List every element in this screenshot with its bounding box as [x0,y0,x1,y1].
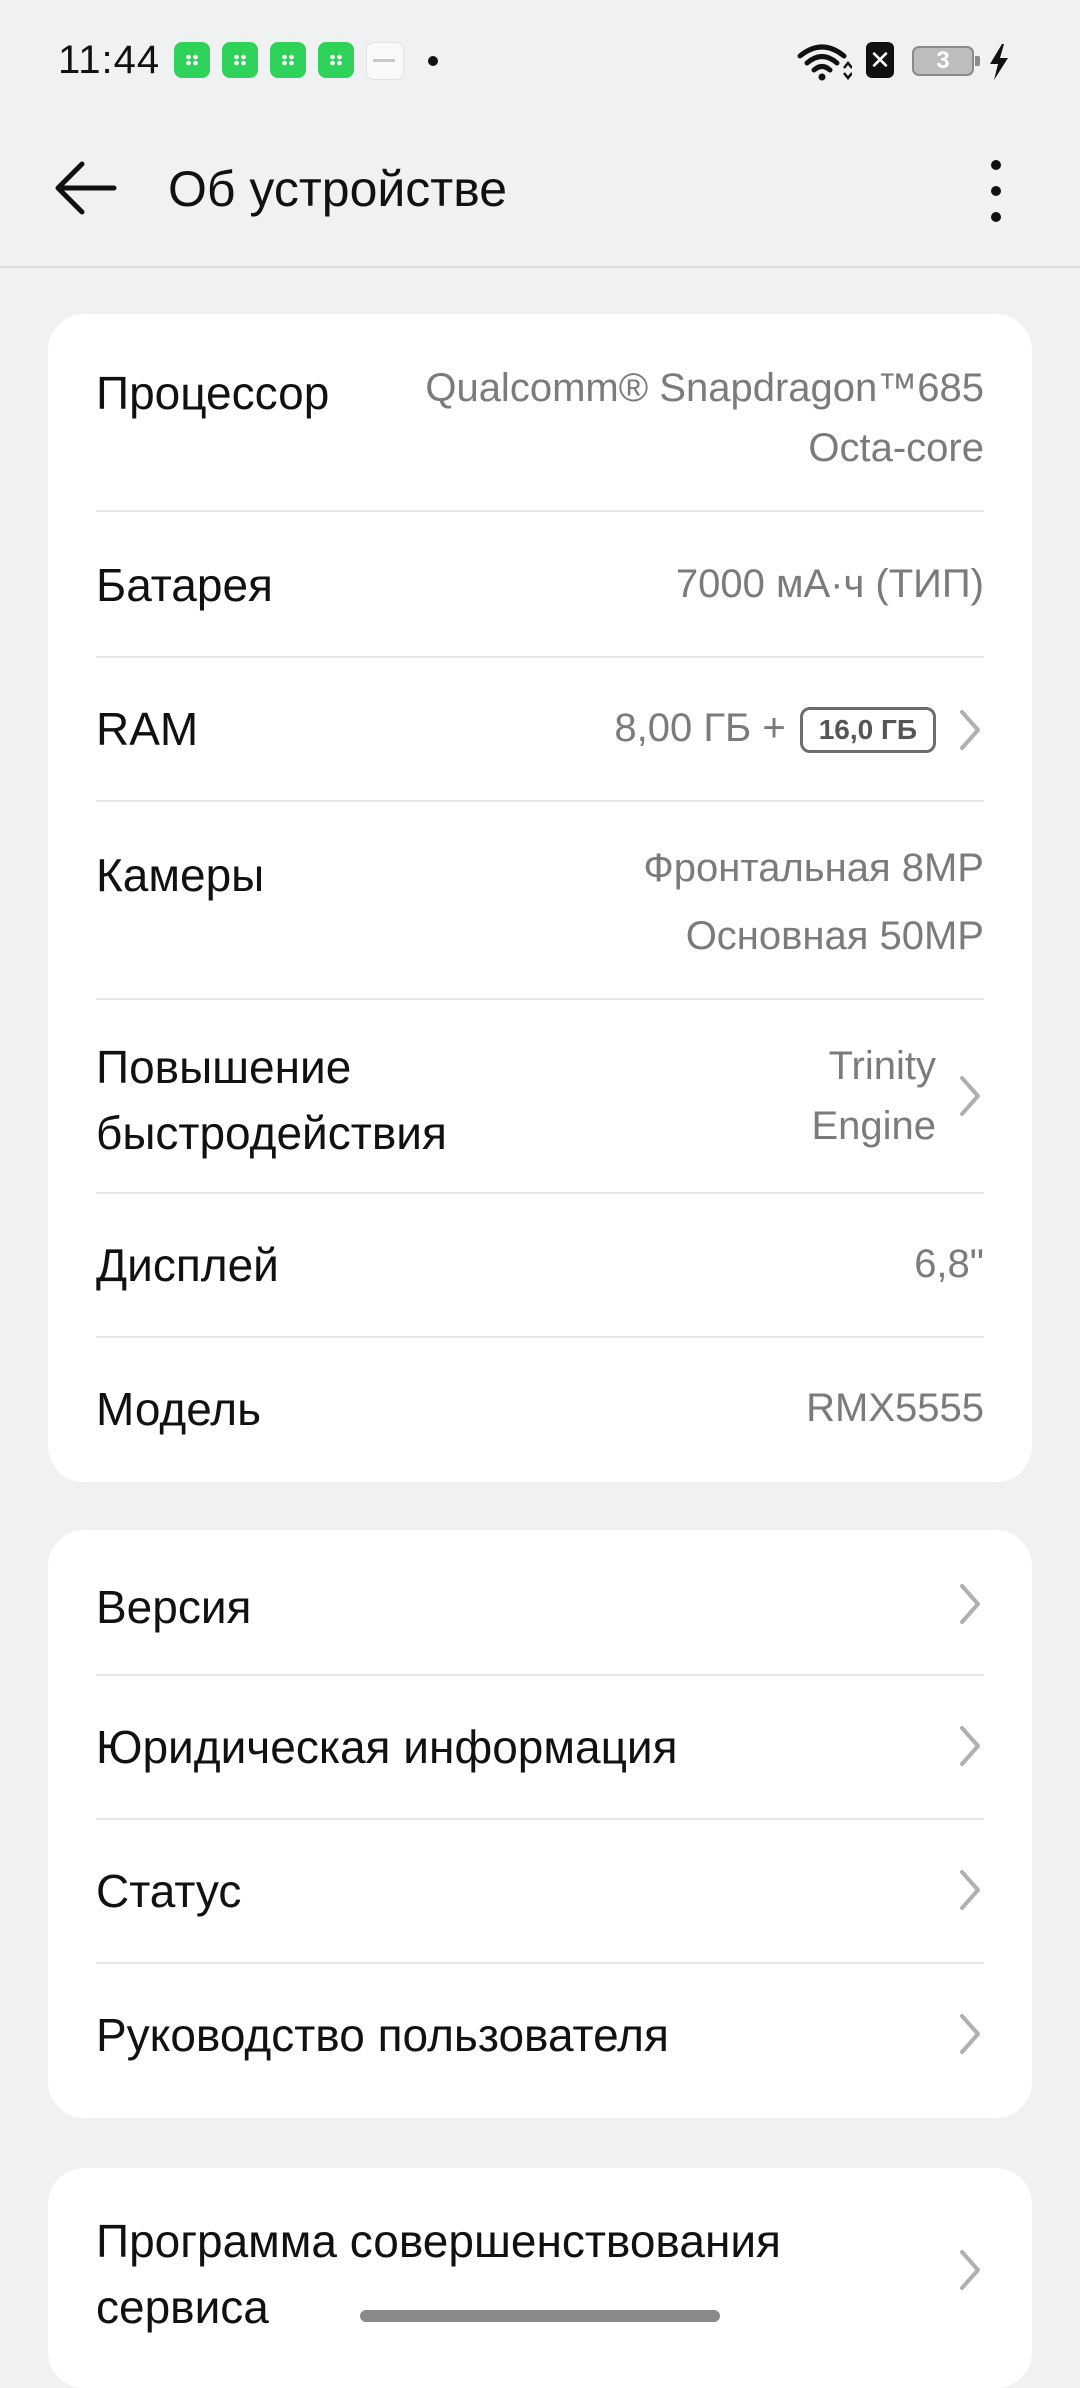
processor-value-line2: Octa-core [808,426,984,470]
performance-label-line2: быстродействия [96,1107,447,1159]
performance-label-line1: Повышение [96,1041,352,1093]
performance-value-line1: Trinity [828,1044,936,1088]
market-app-icon [318,42,354,78]
wifi-icon [797,44,852,81]
ram-row[interactable]: RAM 8,00 ГБ + 16,0 ГБ [96,658,984,802]
gesture-home-bar[interactable] [360,2310,720,2322]
processor-label: Процессор [96,367,330,419]
market-app-icon [270,42,306,78]
ram-extension-badge: 16,0 ГБ [799,707,936,754]
charging-bolt-icon [990,44,1008,80]
cameras-label: Камеры [96,849,265,901]
chevron-right-icon [960,1076,980,1116]
user-guide-label: Руководство пользователя [96,2009,669,2061]
more-notifications-dot [428,56,438,66]
market-app-icon [174,42,210,78]
app-bar: Об устройстве [0,120,1080,268]
service-program-item[interactable]: Программа совершенствования сервиса [96,2168,984,2388]
chevron-right-icon [960,2250,980,2290]
market-app-icon [222,42,258,78]
battery-label: Батарея [96,559,273,611]
version-item[interactable]: Версия [96,1530,984,1676]
service-program-card[interactable]: Программа совершенствования сервиса [48,2168,1032,2388]
chevron-right-icon [960,710,980,750]
battery-icon: 3 [912,46,980,76]
performance-row[interactable]: Повышение быстродействия Trinity Engine [96,1000,984,1194]
no-sim-icon: ✕ [866,42,894,78]
version-label: Версия [96,1581,252,1633]
chevron-right-icon [960,2014,980,2054]
display-row: Дисплей 6,8" [96,1194,984,1338]
cameras-row: Камеры Фронтальная 8MP Основная 50MP [96,802,984,1000]
more-vertical-icon[interactable] [978,156,1014,226]
processor-row: Процессор Qualcomm® Snapdragon™685 Octa-… [96,314,984,512]
ram-value: 8,00 ГБ + 16,0 ГБ [614,698,936,758]
status-bar: 11:44 ✕ 3 [0,0,1080,120]
battery-row: Батарея 7000 мА·ч (ТИП) [96,512,984,658]
device-specs-card: Процессор Qualcomm® Snapdragon™685 Octa-… [48,314,1032,1482]
arrow-left-icon[interactable] [52,156,118,220]
model-row: Модель RMX5555 [96,1338,984,1482]
processor-value-line1: Qualcomm® Snapdragon™685 [425,366,984,410]
status-label: Статус [96,1865,242,1917]
ram-base-value: 8,00 ГБ + [614,706,786,750]
performance-value-line2: Engine [811,1104,936,1148]
legal-info-label: Юридическая информация [96,1721,678,1773]
service-program-label-line1: Программа совершенствования [96,2215,781,2267]
chevron-right-icon [960,1870,980,1910]
ram-label: RAM [96,703,199,755]
cameras-front-value: Фронтальная 8MP [643,846,984,890]
cameras-main-value: Основная 50MP [685,914,984,958]
legal-info-item[interactable]: Юридическая информация [96,1676,984,1820]
page-title: Об устройстве [168,161,508,217]
display-value: 6,8" [914,1242,984,1286]
realme-app-icon [366,42,404,80]
display-label: Дисплей [96,1239,279,1291]
info-card: Версия Юридическая информация Статус Рук… [48,1530,1032,2118]
chevron-right-icon [960,1726,980,1766]
user-guide-item[interactable]: Руководство пользователя [96,1964,984,2118]
battery-value: 7000 мА·ч (ТИП) [675,562,984,606]
clock: 11:44 [58,38,161,82]
model-value: RMX5555 [806,1386,984,1430]
service-program-label-line2: сервиса [96,2281,269,2333]
model-label: Модель [96,1383,262,1435]
status-item[interactable]: Статус [96,1820,984,1964]
chevron-right-icon [960,1584,980,1624]
